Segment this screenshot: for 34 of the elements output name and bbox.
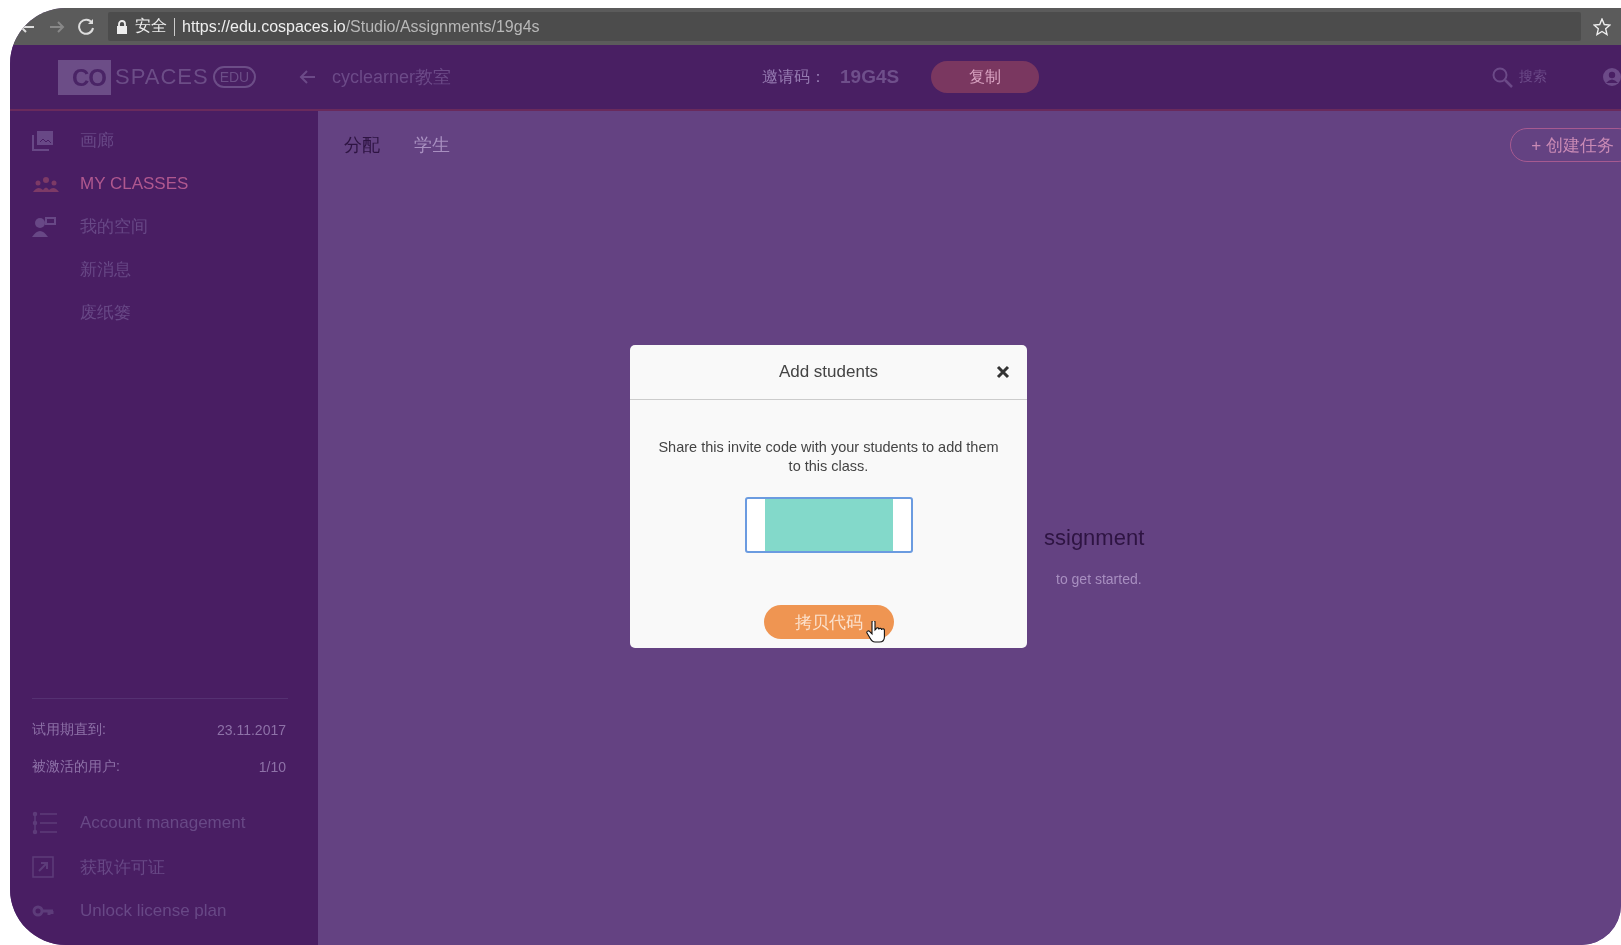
forward-icon[interactable]: [48, 18, 66, 35]
tab[interactable]: 学生: [414, 133, 450, 157]
reload-icon[interactable]: [78, 17, 96, 36]
create-assignment-button[interactable]: + 创建任务: [1510, 128, 1621, 162]
copy-code-button[interactable]: 拷贝代码: [763, 605, 894, 639]
star-icon[interactable]: [1593, 17, 1611, 36]
list-icon: [32, 811, 58, 835]
user-icon[interactable]: [1603, 68, 1621, 86]
empty-state-hint: to get started.: [1056, 571, 1143, 587]
info-label: 试用期直到:: [32, 720, 106, 739]
close-icon[interactable]: [996, 365, 1010, 379]
address-bar[interactable]: 安全 https://edu.cospaces.io/Studio/Assignments/19g4s: [108, 12, 1581, 41]
people-icon: [32, 216, 56, 237]
group-icon: [32, 175, 60, 192]
back-arrow-icon[interactable]: [298, 69, 316, 85]
dialog-title: Add students: [778, 362, 879, 382]
gallery-icon: [32, 130, 54, 151]
lock-icon: [116, 19, 128, 34]
info-label: 被激活的用户:: [32, 757, 120, 776]
secure-label: 安全: [135, 16, 167, 36]
sidebar-item[interactable]: MY CLASSES: [32, 162, 318, 205]
dialog-message: Share this invite code with your students to add them to this class.: [657, 438, 1000, 476]
invite-code-field[interactable]: [744, 497, 913, 553]
empty-state-title: ssignment: [1044, 525, 1146, 551]
info-value: 23.11.2017: [216, 721, 286, 738]
key-icon: [32, 905, 54, 917]
external-link-icon: [32, 856, 54, 878]
tab[interactable]: 分配: [344, 133, 380, 157]
url-text: https://edu.cospaces.io/Studio/Assignments/19g4s: [182, 17, 540, 36]
hand-cursor-icon: [865, 621, 885, 643]
invite-code-label: 邀请码：: [762, 66, 826, 87]
search-icon[interactable]: [1492, 66, 1513, 88]
info-value: 1/10: [258, 758, 286, 775]
copy-button[interactable]: 复制: [931, 61, 1040, 93]
